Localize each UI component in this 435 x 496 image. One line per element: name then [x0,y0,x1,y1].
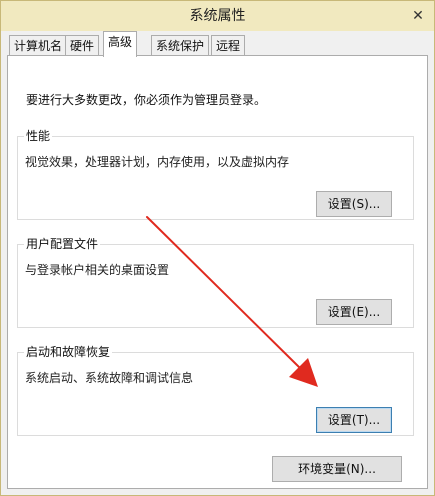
performance-title: 性能 [24,129,53,143]
tab-computer-name[interactable]: 计算机名 [9,35,68,57]
performance-description: 视觉效果，处理器计划，内存使用，以及虚拟内存 [25,155,290,169]
title-bar: 系统属性 ✕ [1,1,434,31]
tab-system-protection[interactable]: 系统保护 [151,35,210,57]
startup-recovery-title: 启动和故障恢复 [24,345,113,359]
performance-settings-button[interactable]: 设置(S)... [316,191,392,217]
tab-hardware[interactable]: 硬件 [65,35,100,57]
user-profiles-group: 用户配置文件 与登录帐户相关的桌面设置 设置(E)... [17,237,414,328]
window-title: 系统属性 [189,8,246,24]
system-properties-window: 系统属性 ✕ 计算机名 硬件 高级 系统保护 远程 要进行大多数更改，你必须作为… [0,0,435,496]
startup-recovery-settings-button[interactable]: 设置(T)... [316,407,392,433]
environment-variables-button[interactable]: 环境变量(N)... [272,456,402,482]
close-icon[interactable]: ✕ [408,7,428,25]
tab-advanced[interactable]: 高级 [103,31,138,57]
user-profiles-title: 用户配置文件 [24,237,101,251]
dialog-client-area: 计算机名 硬件 高级 系统保护 远程 要进行大多数更改，你必须作为管理员登录。 … [1,31,434,495]
admin-note: 要进行大多数更改，你必须作为管理员登录。 [26,93,267,107]
advanced-tab-panel: 要进行大多数更改，你必须作为管理员登录。 性能 视觉效果，处理器计划，内存使用，… [7,55,428,489]
user-profiles-description: 与登录帐户相关的桌面设置 [25,263,170,277]
user-profiles-settings-button[interactable]: 设置(E)... [316,299,392,325]
performance-group: 性能 视觉效果，处理器计划，内存使用，以及虚拟内存 设置(S)... [17,129,414,220]
startup-recovery-description: 系统启动、系统故障和调试信息 [25,371,194,385]
tab-remote[interactable]: 远程 [211,35,246,57]
startup-recovery-group: 启动和故障恢复 系统启动、系统故障和调试信息 设置(T)... [17,345,414,436]
